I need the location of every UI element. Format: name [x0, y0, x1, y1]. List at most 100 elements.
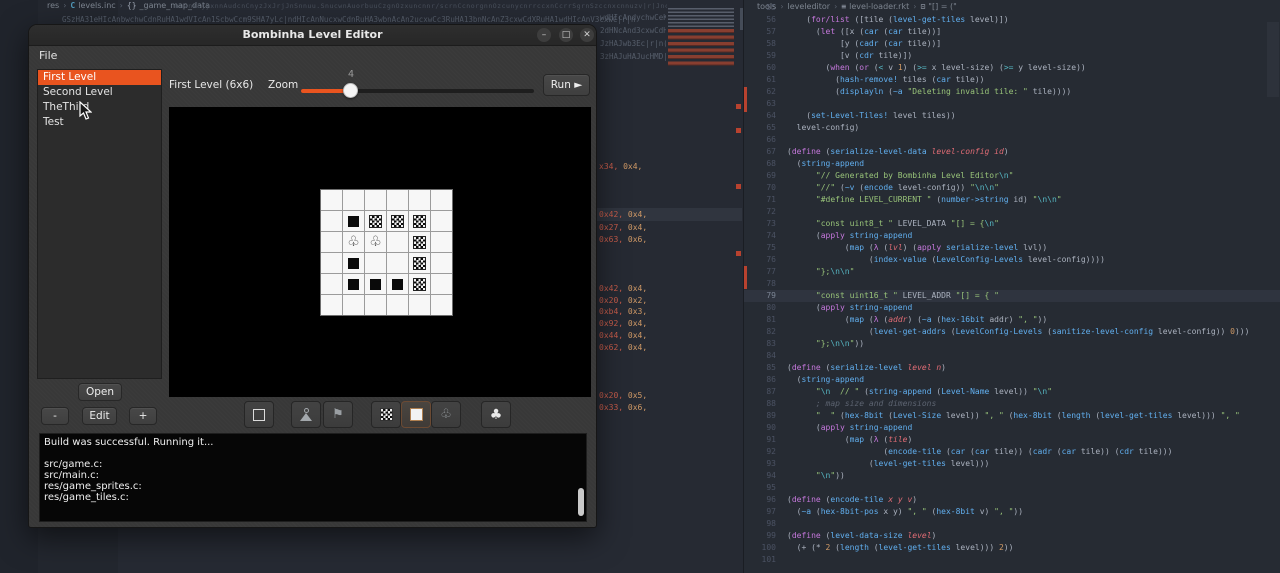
empty-tile-button[interactable] — [244, 401, 274, 428]
code-line[interactable]: 57 (let ([x (car (car tile))] — [744, 26, 1280, 38]
grid-cell[interactable]: ♧ — [343, 232, 364, 252]
code-line[interactable]: 63 — [744, 98, 1280, 110]
run-button[interactable]: Run ► — [543, 74, 590, 96]
grid-cell[interactable] — [343, 190, 364, 210]
code-line[interactable]: 79 "const uint16_t " LEVEL_ADDR "[] = { … — [744, 290, 1280, 302]
level-canvas[interactable]: ♧ ♧ — [169, 107, 591, 397]
code-line[interactable]: 83 "};\n\n")) — [744, 338, 1280, 350]
grid-cell[interactable] — [343, 295, 364, 315]
breadcrumb-item[interactable]: "[] = (" — [928, 2, 957, 11]
grid-cell[interactable] — [387, 211, 408, 231]
code-line[interactable]: 89 " " (hex-8bit (Level-Size level)) ", … — [744, 410, 1280, 422]
code-line[interactable]: 66 — [744, 134, 1280, 146]
breadcrumb-item[interactable]: levels.inc — [78, 1, 115, 10]
grid-cell[interactable] — [409, 232, 430, 252]
grid-cell[interactable] — [387, 232, 408, 252]
code-line[interactable]: 97 (~a (hex-8bit-pos x y) ", " (hex-8bit… — [744, 506, 1280, 518]
code-line[interactable]: 59 [v (cdr tile)]) — [744, 50, 1280, 62]
level-list[interactable]: First Level Second Level TheThird Test — [37, 69, 162, 379]
code-line[interactable]: 76 (index-value (LevelConfig-Levels leve… — [744, 254, 1280, 266]
breadcrumb-item[interactable]: res — [47, 1, 59, 10]
grid-cell[interactable] — [387, 274, 408, 294]
code-line[interactable]: 77 "};\n\n" — [744, 266, 1280, 278]
minimap[interactable] — [1267, 22, 1279, 97]
code-line[interactable]: 98 — [744, 518, 1280, 530]
grid-cell[interactable] — [387, 295, 408, 315]
code-line[interactable]: 87 "\n // " (string-append (Level-Name l… — [744, 386, 1280, 398]
code-lines[interactable]: 55 56 (for/list ([tile (level-get-tiles l… — [744, 2, 1280, 566]
grid-cell[interactable] — [431, 274, 452, 294]
grid-cell[interactable] — [321, 295, 342, 315]
grid-cell[interactable] — [431, 211, 452, 231]
player-tile-button[interactable] — [291, 401, 321, 428]
edit-button[interactable]: Edit — [82, 407, 117, 425]
code-line[interactable]: 81 (map (λ (addr) (~a (hex-16bit addr) "… — [744, 314, 1280, 326]
minimap[interactable] — [668, 8, 743, 66]
grid-cell[interactable] — [431, 295, 452, 315]
code-line[interactable]: 94 "\n")) — [744, 470, 1280, 482]
level-grid[interactable]: ♧ ♧ — [320, 189, 453, 316]
grid-cell[interactable] — [321, 274, 342, 294]
code-line[interactable]: 61 (hash-remove! tiles (car tile)) — [744, 74, 1280, 86]
breadcrumb-item[interactable]: level-loader.rkt — [849, 2, 909, 11]
level-list-item[interactable]: Test — [38, 115, 161, 130]
code-line[interactable]: 72 — [744, 206, 1280, 218]
code-line[interactable]: 86 (string-append — [744, 374, 1280, 386]
grid-cell[interactable] — [365, 190, 386, 210]
clover-tile-button[interactable]: ♣ — [481, 401, 511, 428]
maximize-button[interactable]: □ — [559, 28, 573, 42]
code-line[interactable]: 74 (apply string-append — [744, 230, 1280, 242]
code-line[interactable]: 69 "// Generated by Bombinha Level Edito… — [744, 170, 1280, 182]
grid-cell[interactable] — [431, 232, 452, 252]
code-line[interactable]: 90 (apply string-append — [744, 422, 1280, 434]
grid-cell[interactable] — [409, 253, 430, 273]
grid-cell[interactable] — [321, 211, 342, 231]
title-bar[interactable]: Bombinha Level Editor – □ ✕ — [29, 25, 596, 46]
grid-cell[interactable] — [321, 253, 342, 273]
increase-button[interactable]: + — [129, 407, 157, 425]
open-button[interactable]: Open — [78, 383, 122, 401]
code-line[interactable]: 71 "#define LEVEL_CURRENT " (number->str… — [744, 194, 1280, 206]
code-line[interactable]: 58 [y (cadr (car tile))] — [744, 38, 1280, 50]
level-list-item[interactable]: First Level — [38, 70, 161, 85]
code-line[interactable]: 95 — [744, 482, 1280, 494]
decrease-button[interactable]: - — [41, 407, 69, 425]
code-editor[interactable]: tools › leveleditor › ≡ level-loader.rkt › ⊡ "[]… — [743, 0, 1280, 573]
code-line[interactable]: 67 (define (serialize-level-data level-co… — [744, 146, 1280, 158]
grid-cell[interactable] — [431, 190, 452, 210]
flag-tile-button[interactable]: ⚑ — [323, 401, 353, 428]
breadcrumb[interactable]: tools › leveleditor › ≡ level-loader.rkt › ⊡ "[]… — [757, 1, 957, 12]
code-line[interactable]: 82 (level-get-addrs (LevelConfig-Levels … — [744, 326, 1280, 338]
grid-cell[interactable] — [409, 211, 430, 231]
code-line[interactable]: 85 (define (serialize-level level n) — [744, 362, 1280, 374]
zoom-slider[interactable] — [301, 89, 534, 93]
code-line[interactable]: 70 "//" (~v (encode level-config)) "\n\n… — [744, 182, 1280, 194]
grid-cell[interactable] — [343, 253, 364, 273]
code-line[interactable]: 93 (level-get-tiles level))) — [744, 458, 1280, 470]
code-line[interactable]: 101 — [744, 554, 1280, 566]
grid-cell[interactable] — [365, 253, 386, 273]
grid-cell[interactable] — [343, 274, 364, 294]
grid-cell[interactable] — [321, 232, 342, 252]
code-line[interactable]: 56 (for/list ([tile (level-get-tiles lev… — [744, 14, 1280, 26]
grid-cell[interactable] — [409, 295, 430, 315]
grid-cell[interactable]: ♧ — [365, 232, 386, 252]
code-line[interactable]: 99 (define (level-data-size level) — [744, 530, 1280, 542]
grid-cell[interactable] — [409, 274, 430, 294]
console-scrollbar[interactable] — [578, 488, 584, 516]
level-list-item[interactable]: Second Level — [38, 85, 161, 100]
brick-tile-button[interactable] — [371, 401, 401, 428]
grid-cell[interactable] — [343, 211, 364, 231]
zoom-slider-handle[interactable] — [343, 83, 358, 98]
grid-cell[interactable] — [431, 253, 452, 273]
clover-outline-tile-button[interactable]: ♧ — [431, 401, 461, 428]
level-list-item[interactable]: TheThird — [38, 100, 161, 115]
code-line[interactable]: 60 (when (or (< v 1) (>= x level-size) (… — [744, 62, 1280, 74]
code-line[interactable]: 73 "const uint8_t " LEVEL_DATA "[] = {\n… — [744, 218, 1280, 230]
minimize-button[interactable]: – — [537, 28, 551, 42]
grid-cell[interactable] — [387, 253, 408, 273]
close-button[interactable]: ✕ — [580, 28, 594, 42]
code-line[interactable]: 75 (map (λ (lvl) (apply serialize-level … — [744, 242, 1280, 254]
code-line[interactable]: 96 (define (encode-tile x y v) — [744, 494, 1280, 506]
code-line[interactable]: 64 (set-Level-Tiles! level tiles)) — [744, 110, 1280, 122]
